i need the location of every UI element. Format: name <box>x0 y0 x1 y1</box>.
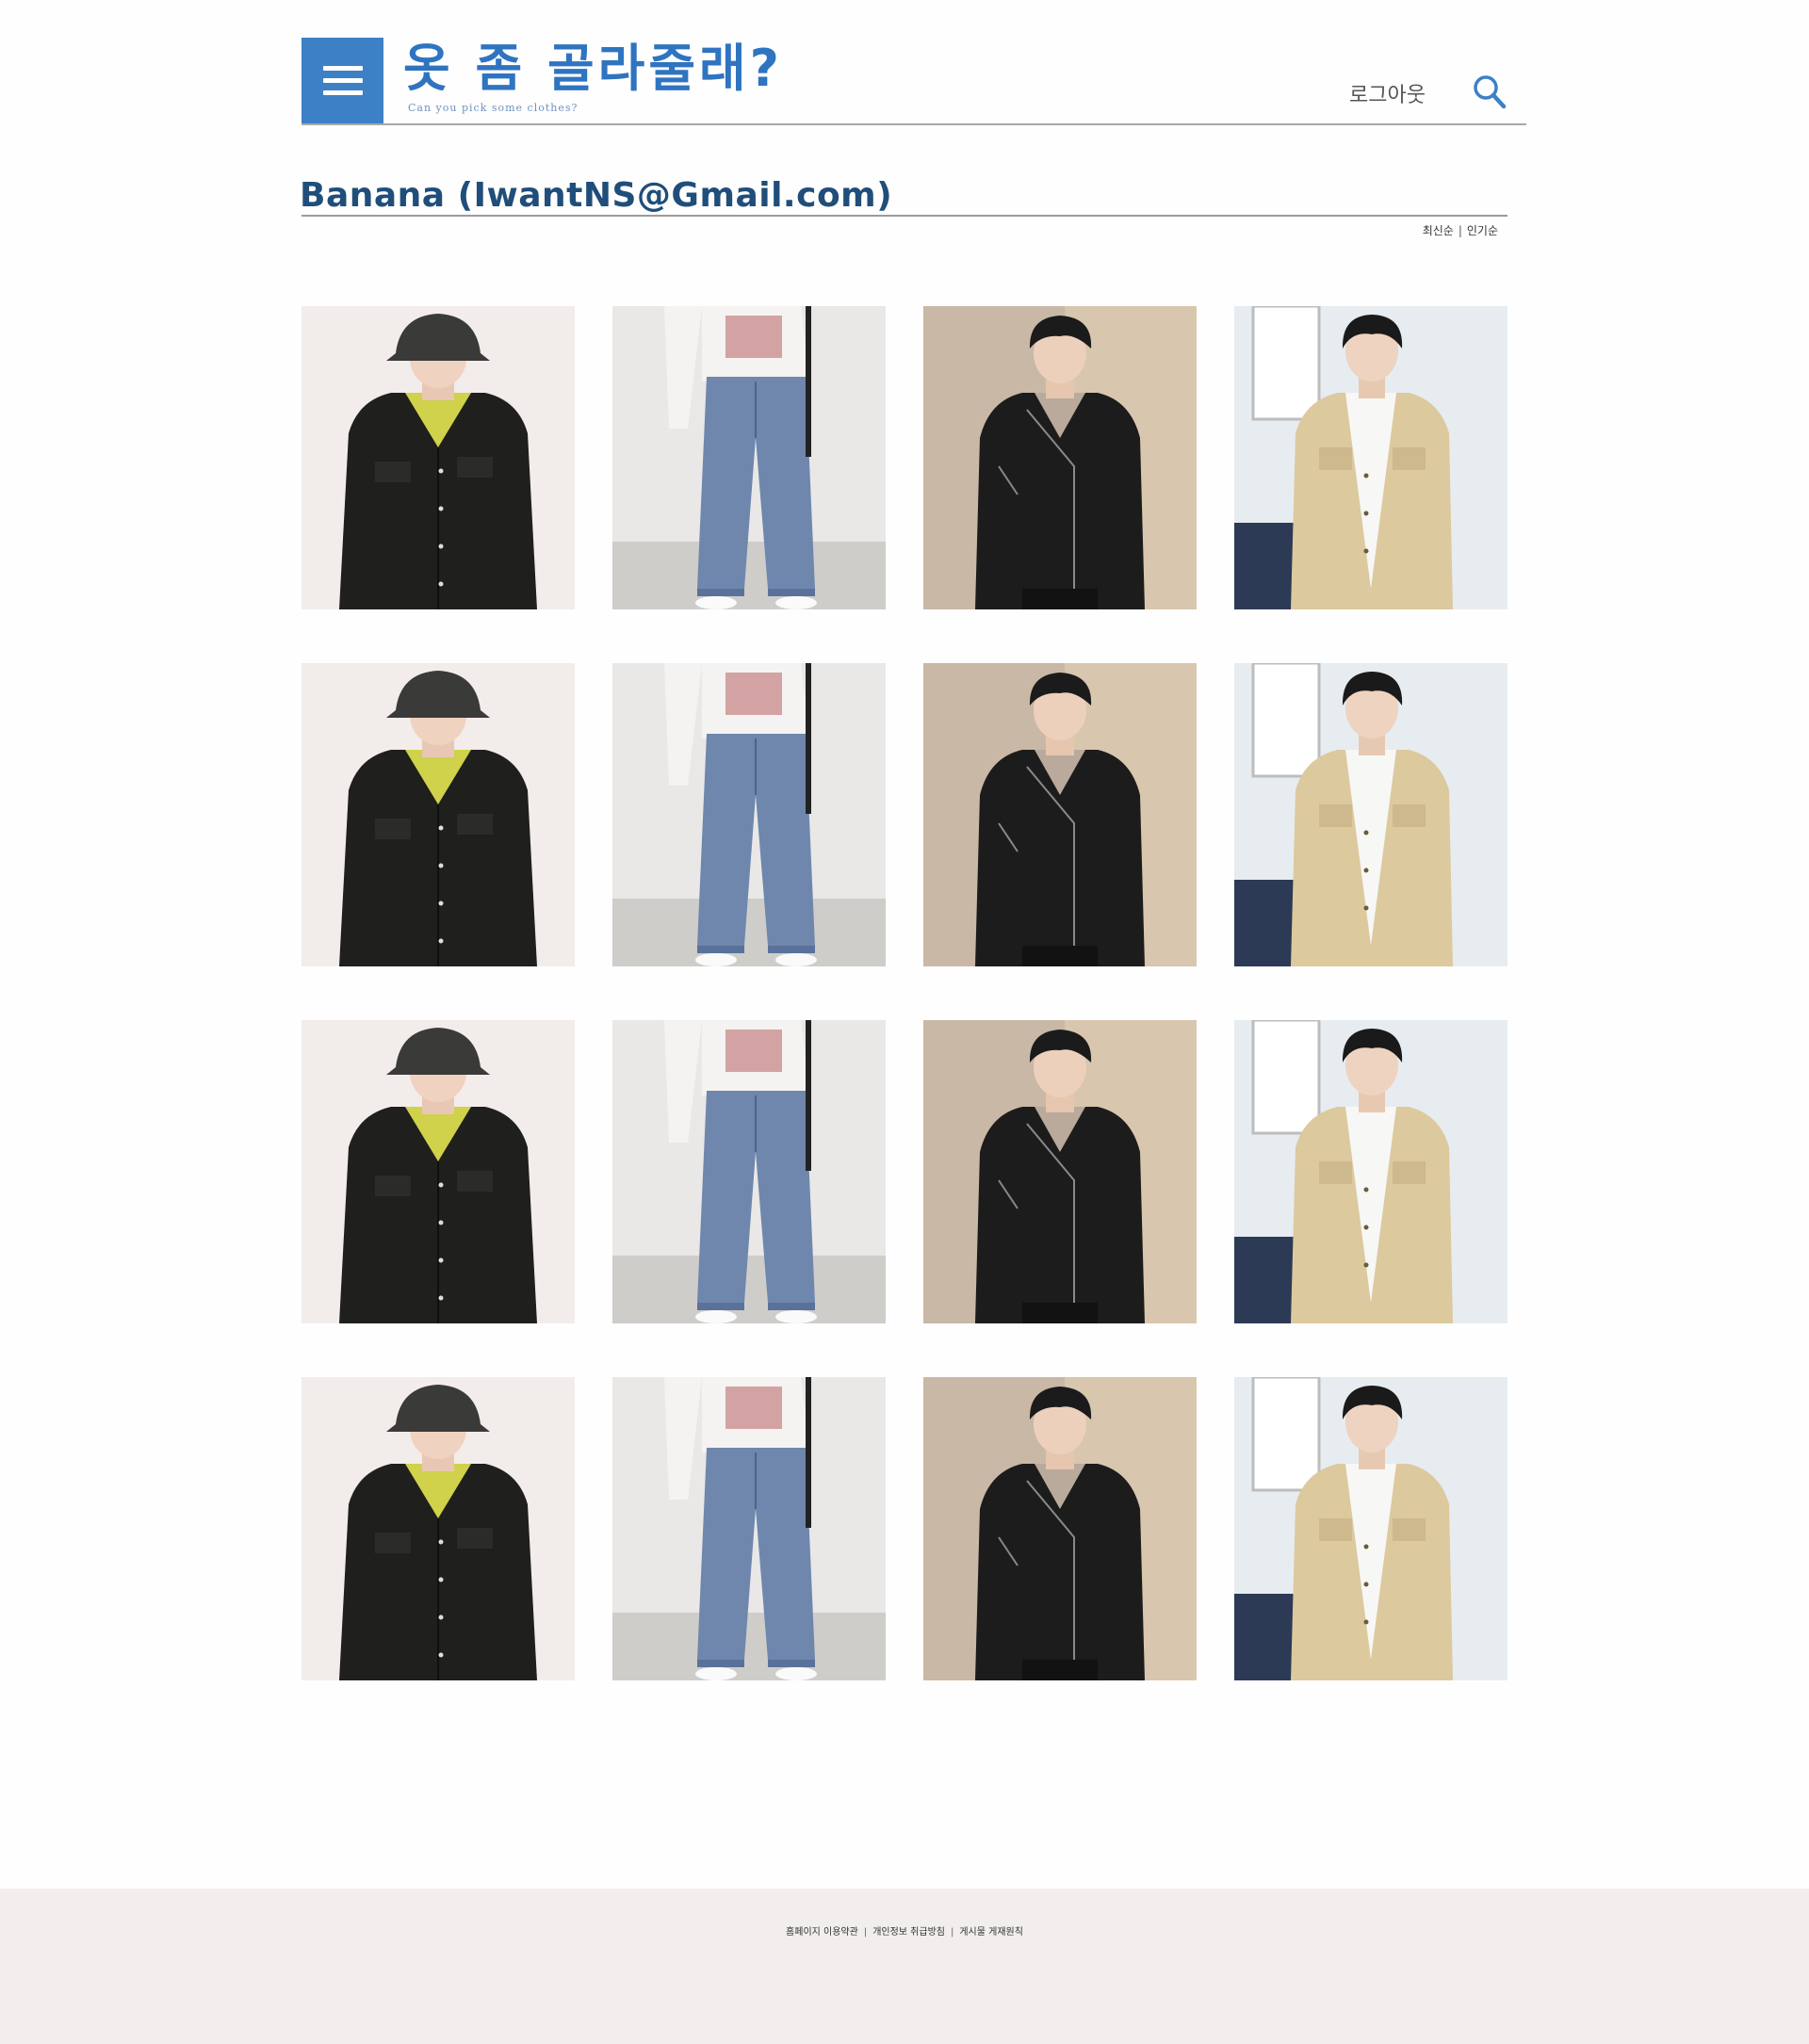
sort-separator: | <box>1458 224 1462 237</box>
wide-blue-jeans-white-sweatshirt-photo <box>612 1377 886 1680</box>
black-shirt-jacket-bucket-hat-photo <box>302 1020 575 1323</box>
profile-divider <box>302 215 1508 217</box>
clothes-card[interactable] <box>612 1377 886 1680</box>
sort-latest-link[interactable]: 최신순 <box>1423 224 1454 237</box>
posting-policy-link[interactable]: 게시물 게재원칙 <box>959 1927 1023 1938</box>
clothes-card[interactable] <box>612 1020 886 1323</box>
black-shirt-jacket-bucket-hat-photo <box>302 1377 575 1680</box>
site-header: 옷 좀 골라줄래? Can you pick some clothes? 로그아… <box>302 38 1526 125</box>
clothes-card[interactable] <box>923 306 1197 609</box>
clothes-card[interactable] <box>1234 1020 1508 1323</box>
black-leather-rider-jacket-photo <box>923 1020 1197 1323</box>
clothes-card[interactable] <box>923 1377 1197 1680</box>
clothes-card[interactable] <box>612 663 886 966</box>
clothes-card[interactable] <box>302 663 575 966</box>
beige-cotton-trucker-jacket-photo <box>1234 1020 1508 1323</box>
clothes-card[interactable] <box>612 306 886 609</box>
footer-links: 홈페이지 이용약관 | 개인정보 취급방침 | 게시물 게재원칙 <box>0 1923 1809 1938</box>
clothes-card[interactable] <box>923 663 1197 966</box>
beige-cotton-trucker-jacket-photo <box>1234 306 1508 609</box>
sort-popular-link[interactable]: 인기순 <box>1467 224 1498 237</box>
wide-blue-jeans-white-sweatshirt-photo <box>612 1020 886 1323</box>
search-button[interactable] <box>1471 73 1508 111</box>
clothes-card[interactable] <box>1234 1377 1508 1680</box>
clothes-card[interactable] <box>923 1020 1197 1323</box>
wide-blue-jeans-white-sweatshirt-photo <box>612 306 886 609</box>
black-shirt-jacket-bucket-hat-photo <box>302 306 575 609</box>
menu-button[interactable] <box>302 38 383 124</box>
profile-title: Banana (IwantNS@Gmail.com) <box>300 176 893 215</box>
site-logo-title[interactable]: 옷 좀 골라줄래? <box>403 38 783 100</box>
black-leather-rider-jacket-photo <box>923 1377 1197 1680</box>
clothes-card[interactable] <box>302 1377 575 1680</box>
privacy-policy-link[interactable]: 개인정보 취급방침 <box>872 1927 945 1938</box>
clothes-card[interactable] <box>302 1020 575 1323</box>
black-shirt-jacket-bucket-hat-photo <box>302 663 575 966</box>
clothes-card[interactable] <box>302 306 575 609</box>
logout-link[interactable]: 로그아웃 <box>1349 78 1426 108</box>
beige-cotton-trucker-jacket-photo <box>1234 1377 1508 1680</box>
sort-options: 최신순 | 인기순 <box>1423 222 1498 238</box>
footer-separator: | <box>863 1927 868 1938</box>
black-leather-rider-jacket-photo <box>923 306 1197 609</box>
black-leather-rider-jacket-photo <box>923 663 1197 966</box>
magnifier-icon <box>1474 75 1507 109</box>
footer-separator: | <box>950 1927 954 1938</box>
beige-cotton-trucker-jacket-photo <box>1234 663 1508 966</box>
header-divider <box>302 123 1526 125</box>
site-logo-subtitle: Can you pick some clothes? <box>408 102 579 114</box>
terms-of-use-link[interactable]: 홈페이지 이용약관 <box>786 1927 858 1938</box>
clothes-card[interactable] <box>1234 663 1508 966</box>
site-footer: 홈페이지 이용약관 | 개인정보 취급방침 | 게시물 게재원칙 <box>0 1889 1809 2044</box>
wide-blue-jeans-white-sweatshirt-photo <box>612 663 886 966</box>
clothes-card[interactable] <box>1234 306 1508 609</box>
